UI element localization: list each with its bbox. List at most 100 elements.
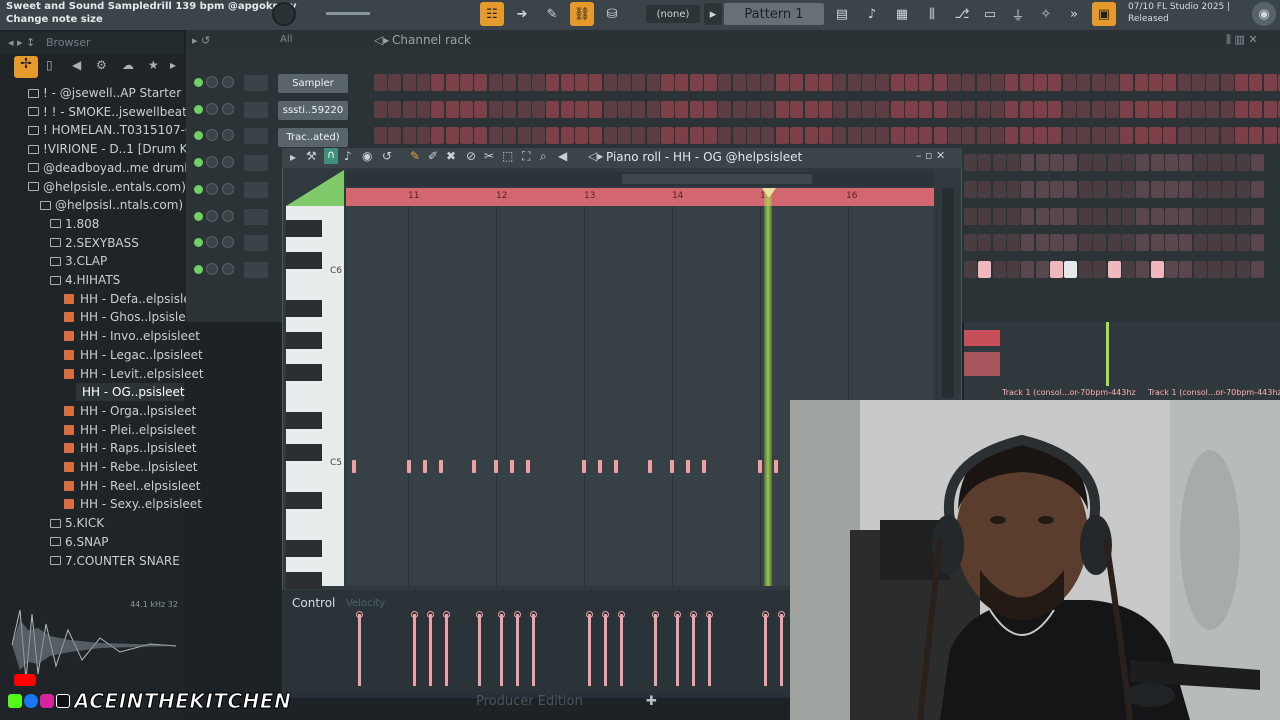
step-button[interactable]: [1136, 154, 1150, 172]
browser-folder[interactable]: 1.808: [50, 215, 99, 233]
step-button[interactable]: [1191, 127, 1205, 145]
step-button[interactable]: [603, 127, 617, 145]
step-button[interactable]: [1035, 180, 1049, 198]
channel-mixer-track[interactable]: [244, 155, 268, 172]
step-button[interactable]: [962, 74, 976, 91]
step-button[interactable]: [704, 100, 718, 118]
step-button[interactable]: [1222, 260, 1236, 278]
step-button[interactable]: [1121, 154, 1135, 172]
browser-file[interactable]: HH - Invo..elpsisleet: [64, 327, 200, 345]
velocity-bar[interactable]: [356, 611, 363, 686]
step-button[interactable]: [1007, 207, 1021, 225]
step-button[interactable]: [503, 100, 517, 118]
step-button[interactable]: [1077, 127, 1091, 145]
step-button[interactable]: [1236, 154, 1250, 172]
step-button[interactable]: [1035, 207, 1049, 225]
step-button[interactable]: [1064, 154, 1078, 172]
step-button[interactable]: [445, 127, 459, 145]
step-button[interactable]: [675, 74, 689, 91]
step-button[interactable]: [1034, 127, 1048, 145]
step-button[interactable]: [861, 100, 875, 118]
mixer-icon[interactable]: ⫼: [920, 2, 944, 26]
step-button[interactable]: [1078, 180, 1092, 198]
wrench-icon[interactable]: ⚒: [306, 149, 317, 163]
channel-button-3[interactable]: Trac..ated): [278, 128, 348, 147]
step-button[interactable]: [1164, 154, 1178, 172]
step-button[interactable]: [374, 100, 387, 118]
piano-roll-menu-icon[interactable]: ▸: [290, 150, 296, 164]
step-button[interactable]: [1105, 74, 1119, 91]
step-button[interactable]: [1193, 207, 1207, 225]
midi-note[interactable]: [702, 460, 706, 473]
step-button[interactable]: [675, 100, 689, 118]
step-button[interactable]: [1035, 234, 1049, 252]
speaker-icon[interactable]: ◁▸: [588, 149, 603, 163]
step-button[interactable]: [976, 100, 990, 118]
step-button[interactable]: [675, 127, 689, 145]
velocity-bar[interactable]: [411, 611, 418, 686]
step-button[interactable]: [388, 127, 402, 145]
channel-pan-knob[interactable]: [206, 209, 218, 222]
channel-mixer-track[interactable]: [244, 128, 268, 145]
step-button[interactable]: [876, 127, 890, 145]
cloud-icon[interactable]: ☁: [122, 58, 134, 72]
channel-button-1[interactable]: Sampler: [278, 74, 348, 93]
step-button[interactable]: [531, 74, 545, 91]
browser-mode-icon[interactable]: ✢: [14, 56, 38, 78]
step-button[interactable]: [1062, 100, 1076, 118]
step-button[interactable]: [445, 74, 459, 91]
browser-folder[interactable]: @helpsisle..entals.com): [28, 178, 186, 196]
browser-file[interactable]: HH - Raps..lpsisleet: [64, 439, 197, 457]
step-button[interactable]: [833, 127, 847, 145]
midi-note[interactable]: [526, 460, 530, 473]
step-button[interactable]: [1078, 154, 1092, 172]
step-button[interactable]: [1091, 100, 1105, 118]
step-button[interactable]: [1093, 234, 1107, 252]
step-button[interactable]: [661, 74, 674, 91]
step-button[interactable]: [933, 127, 947, 145]
step-button[interactable]: [991, 74, 1005, 91]
step-button[interactable]: [417, 74, 431, 91]
step-button[interactable]: [445, 100, 459, 118]
star-icon[interactable]: ★: [148, 58, 159, 72]
channel-button-2[interactable]: sssti..59220: [278, 101, 348, 120]
velocity-handle[interactable]: [586, 611, 593, 618]
step-button[interactable]: [1021, 260, 1035, 278]
browser-file[interactable]: HH - Rebe..lpsisleet: [64, 458, 197, 476]
step-button[interactable]: [546, 127, 560, 145]
step-button[interactable]: [747, 127, 761, 145]
black-key[interactable]: [286, 364, 322, 381]
step-button[interactable]: [589, 100, 603, 118]
step-button[interactable]: [474, 74, 488, 91]
step-button[interactable]: [1007, 234, 1021, 252]
step-button[interactable]: [761, 127, 775, 145]
step-button[interactable]: [948, 100, 961, 118]
step-button[interactable]: [1136, 207, 1150, 225]
step-button[interactable]: [1150, 207, 1164, 225]
velocity-bar[interactable]: [530, 611, 537, 686]
midi-note[interactable]: [598, 460, 602, 473]
step-button[interactable]: [919, 100, 933, 118]
step-button[interactable]: [890, 100, 904, 118]
step-button[interactable]: [1007, 260, 1021, 278]
step-button[interactable]: [933, 74, 947, 91]
master-volume-knob[interactable]: [272, 2, 296, 26]
step-button[interactable]: [1236, 207, 1250, 225]
step-button[interactable]: [1064, 234, 1078, 252]
step-button[interactable]: [1120, 74, 1134, 91]
step-button[interactable]: [1236, 180, 1250, 198]
velocity-bar[interactable]: [476, 611, 483, 686]
step-button[interactable]: [1093, 207, 1107, 225]
step-button[interactable]: [804, 127, 818, 145]
step-button[interactable]: [517, 100, 531, 118]
step-button[interactable]: [402, 127, 416, 145]
black-key[interactable]: [286, 252, 322, 269]
step-button[interactable]: [560, 100, 574, 118]
browser-folder[interactable]: ! - @jsewell..AP Starter Kit: [28, 84, 201, 102]
step-button[interactable]: [818, 127, 832, 145]
step-button[interactable]: [1220, 74, 1234, 91]
step-button[interactable]: [1064, 207, 1078, 225]
step-button[interactable]: [1222, 154, 1236, 172]
network-icon[interactable]: ⎇: [950, 2, 974, 26]
velocity-bar[interactable]: [674, 611, 681, 686]
